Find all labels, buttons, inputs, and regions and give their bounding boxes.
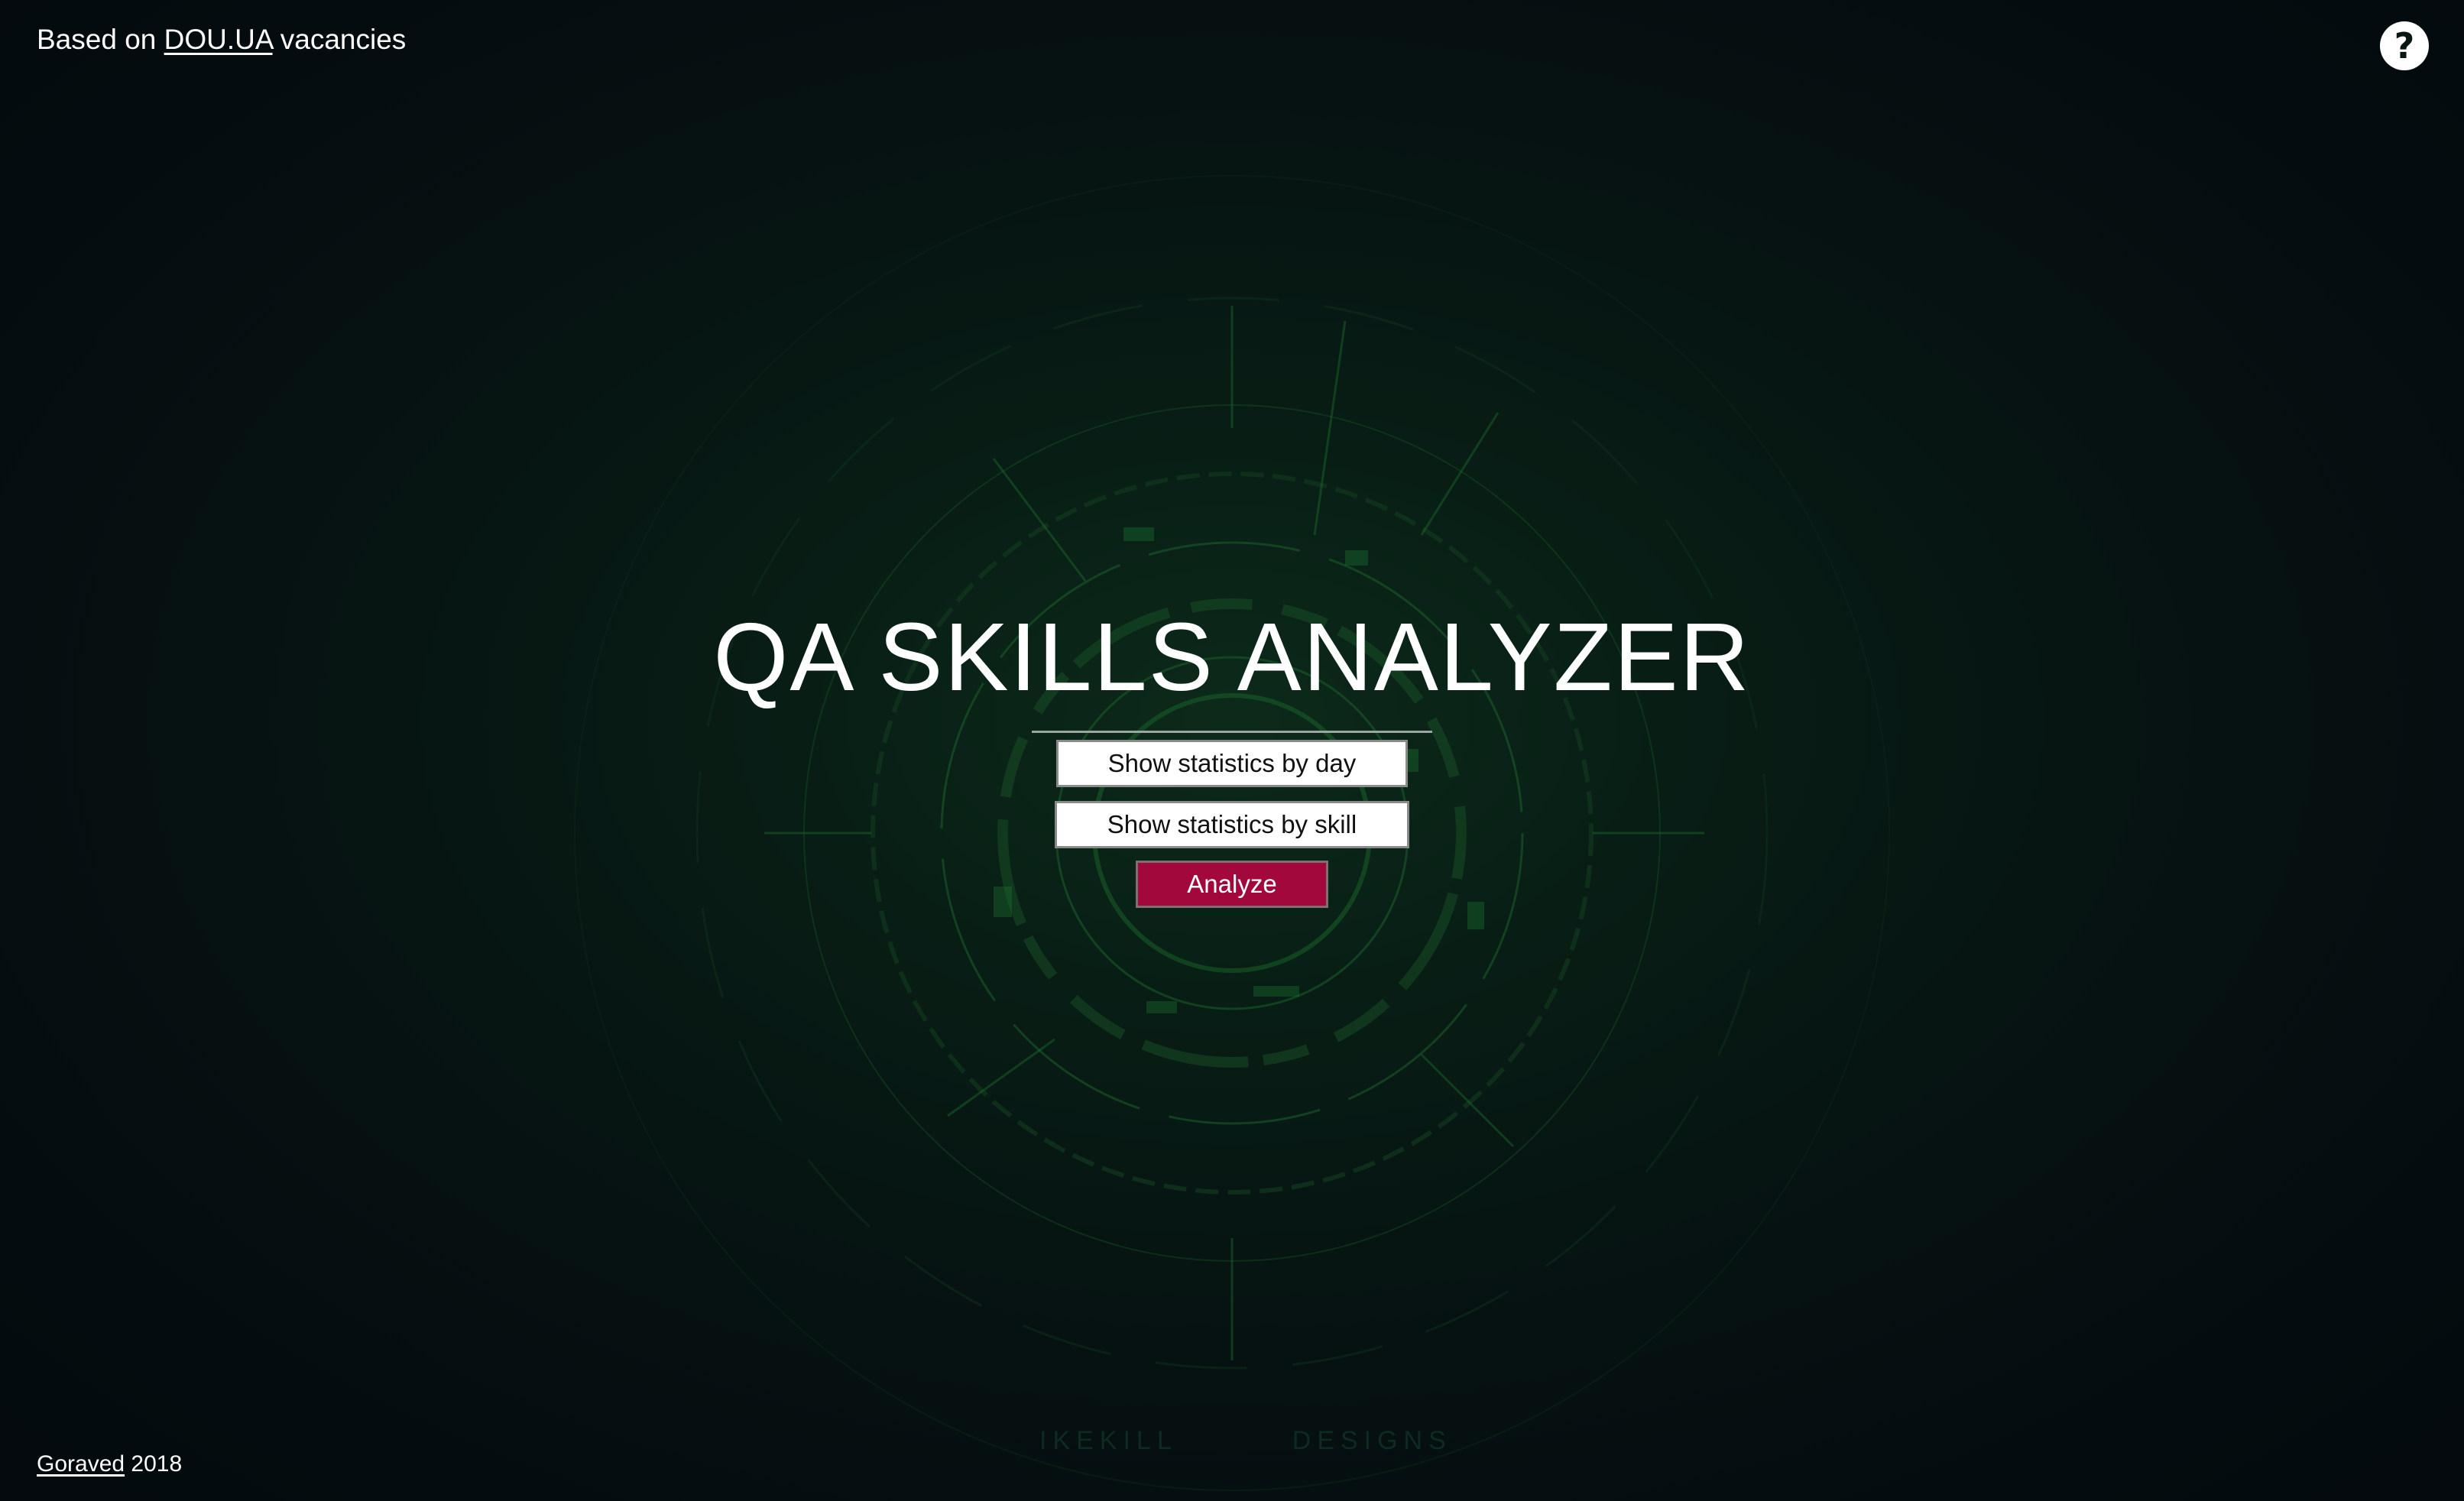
author-link[interactable]: Goraved	[37, 1451, 125, 1477]
watermark-right: DESIGNS	[1292, 1426, 1452, 1455]
page: Based on DOU.UA vacancies ? QA SKILLS AN…	[0, 0, 2464, 1501]
source-prefix: Based on	[37, 24, 164, 55]
footer-year: 2018	[125, 1451, 183, 1477]
footer: Goraved 2018	[37, 1449, 182, 1480]
dou-ua-link[interactable]: DOU.UA	[164, 24, 273, 55]
watermark-left: IKEKILL	[1039, 1426, 1178, 1455]
page-title: QA SKILLS ANALYZER	[713, 603, 1751, 711]
analyze-button[interactable]: Analyze	[1136, 861, 1328, 908]
title-divider	[1032, 731, 1432, 733]
show-statistics-by-day-button[interactable]: Show statistics by day	[1056, 740, 1408, 787]
source-suffix: vacancies	[272, 24, 407, 55]
source-note: Based on DOU.UA vacancies	[37, 21, 406, 58]
help-icon[interactable]: ?	[2380, 21, 2429, 70]
show-statistics-by-skill-button[interactable]: Show statistics by skill	[1055, 801, 1409, 848]
background-watermark: IKEKILL DESIGNS	[1039, 1426, 1452, 1456]
